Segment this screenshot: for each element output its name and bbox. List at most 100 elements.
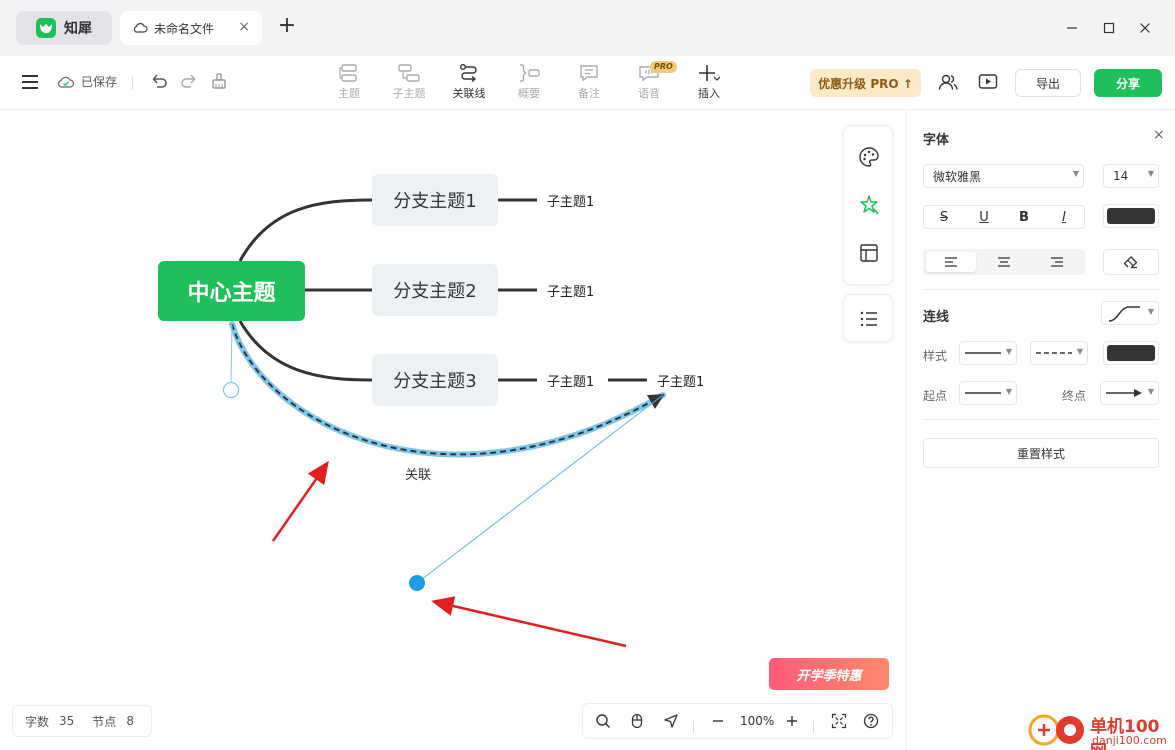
clear-format-button[interactable] <box>1103 249 1159 275</box>
mindmap-canvas[interactable]: 中心主题 分支主题1 分支主题2 分支主题3 子主题1 子主题1 子主题1 子主… <box>0 111 906 750</box>
relation-line-icon <box>460 64 477 82</box>
line-dash-select[interactable]: ▼ <box>1030 341 1088 365</box>
relation-label[interactable]: 关联 <box>405 464 431 483</box>
strikethrough-button[interactable]: S <box>924 206 964 228</box>
zoom-out-icon[interactable] <box>711 713 725 732</box>
summary-tool[interactable]: 概要 <box>507 64 551 101</box>
presentation-play-icon[interactable] <box>978 73 998 94</box>
chevron-down-icon: ▼ <box>1072 169 1079 178</box>
side-tool-panel <box>843 125 893 285</box>
promo-banner[interactable]: 开学季特惠 <box>769 658 889 690</box>
layout-icon[interactable] <box>858 242 880 267</box>
bold-button[interactable]: B <box>1004 206 1044 228</box>
close-tab-icon[interactable]: × <box>238 20 250 34</box>
zoom-bar: 100% <box>582 703 893 739</box>
note-tool[interactable]: 备注 <box>567 64 611 101</box>
divider <box>923 419 1159 420</box>
subtopic-tool[interactable]: 子主题 <box>387 64 431 101</box>
control-handle-line-start <box>230 323 233 384</box>
minimize-button[interactable] <box>1062 18 1082 38</box>
align-center-button[interactable] <box>979 252 1029 272</box>
subtopic-3-1[interactable]: 子主题1 <box>547 370 594 390</box>
voice-tool-label: 语音 <box>638 87 660 100</box>
control-handle-end[interactable] <box>409 575 425 591</box>
branch-topic-2[interactable]: 分支主题2 <box>372 264 498 316</box>
branch-line-1 <box>238 198 373 262</box>
line-color-picker[interactable] <box>1103 341 1159 365</box>
font-section-title: 字体 <box>923 133 950 148</box>
search-icon[interactable] <box>595 713 611 732</box>
text-color-swatch <box>1107 208 1155 224</box>
zoom-divider-2 <box>813 721 814 733</box>
fit-screen-icon[interactable] <box>831 713 847 732</box>
style-sparkle-icon[interactable] <box>858 194 880 219</box>
insert-tool[interactable]: 插入 <box>687 64 731 101</box>
note-tool-label: 备注 <box>578 87 600 100</box>
curve-line-icon <box>1108 306 1140 322</box>
summary-tool-label: 概要 <box>518 87 540 100</box>
close-window-button[interactable] <box>1135 18 1155 38</box>
underline-button[interactable]: U <box>964 206 1004 228</box>
app-home-tab[interactable]: 知犀 <box>16 11 112 45</box>
arrow-end-icon <box>1106 389 1142 397</box>
subtopic-icon <box>398 64 420 82</box>
font-size-select[interactable]: 14 ▼ <box>1103 164 1159 188</box>
branch-topic-1[interactable]: 分支主题1 <box>372 174 498 226</box>
maximize-button[interactable] <box>1099 18 1119 38</box>
chevron-down-icon: ▼ <box>1147 387 1154 396</box>
new-tab-button[interactable]: + <box>276 15 298 39</box>
document-tab[interactable]: 未命名文件 × <box>120 11 262 45</box>
text-color-picker[interactable] <box>1103 204 1159 228</box>
subtopic-1-1[interactable]: 子主题1 <box>547 190 594 210</box>
outline-panel <box>843 294 893 342</box>
italic-button[interactable]: I <box>1044 206 1084 228</box>
topic-tool-label: 主题 <box>338 87 360 100</box>
share-button[interactable]: 分享 <box>1094 69 1162 97</box>
start-point-select[interactable]: ▼ <box>959 381 1017 405</box>
export-button[interactable]: 导出 <box>1015 69 1081 97</box>
mouse-mode-icon[interactable] <box>629 713 645 732</box>
zoom-in-icon[interactable] <box>785 713 799 732</box>
insert-tool-label: 插入 <box>698 87 720 100</box>
end-point-select[interactable]: ▼ <box>1100 381 1159 405</box>
locate-icon[interactable] <box>663 713 679 732</box>
control-handle-start[interactable] <box>222 381 240 399</box>
pro-badge: PRO <box>650 61 677 73</box>
branch-topic-3[interactable]: 分支主题3 <box>372 354 498 406</box>
toolbar: 已保存 主题 子主题 关联线 概要 备注 语音 插入 <box>0 56 1175 110</box>
subtopic-3-2[interactable]: 子主题1 <box>657 370 704 390</box>
close-panel-icon[interactable]: × <box>1153 127 1165 143</box>
help-icon[interactable] <box>863 713 879 732</box>
relation-line-tool[interactable]: 关联线 <box>447 64 491 101</box>
font-size-value: 14 <box>1113 169 1129 183</box>
chevron-down-icon: ▼ <box>1005 347 1012 356</box>
upgrade-pro-button[interactable]: 优惠升级 PRO ↑ <box>810 69 921 97</box>
palette-icon[interactable] <box>858 146 880 171</box>
outline-list-icon[interactable] <box>858 308 880 333</box>
zoom-divider <box>693 721 694 733</box>
redo-icon[interactable] <box>180 72 198 93</box>
format-painter-icon[interactable] <box>210 72 228 93</box>
line-shape-select[interactable]: ▼ <box>1101 301 1159 325</box>
line-section-title: 连线 <box>923 310 950 325</box>
central-topic[interactable]: 中心主题 <box>158 261 305 321</box>
document-stats: 字数 35 节点 8 <box>12 705 152 737</box>
align-left-button[interactable] <box>926 252 976 272</box>
title-bar: 知犀 未命名文件 × + <box>0 0 1175 56</box>
undo-icon[interactable] <box>150 72 168 93</box>
menu-icon[interactable] <box>20 72 40 95</box>
reset-style-button[interactable]: 重置样式 <box>923 438 1159 468</box>
line-weight-select[interactable]: ▼ <box>959 341 1017 365</box>
align-right-button[interactable] <box>1032 252 1082 272</box>
font-family-select[interactable]: 微软雅黑 ▼ <box>923 164 1084 188</box>
style-label: 样式 <box>923 349 948 363</box>
subtopic-2-1[interactable]: 子主题1 <box>547 280 594 300</box>
topic-icon <box>339 64 357 82</box>
summary-icon <box>520 64 540 82</box>
chevron-down-icon: ▼ <box>1147 169 1154 178</box>
annotation-arrow-2 <box>431 596 627 648</box>
topic-tool[interactable]: 主题 <box>327 64 371 101</box>
cloud-icon <box>133 23 148 33</box>
collaborators-icon[interactable] <box>938 73 958 94</box>
chevron-down-icon: ▼ <box>1005 387 1012 396</box>
